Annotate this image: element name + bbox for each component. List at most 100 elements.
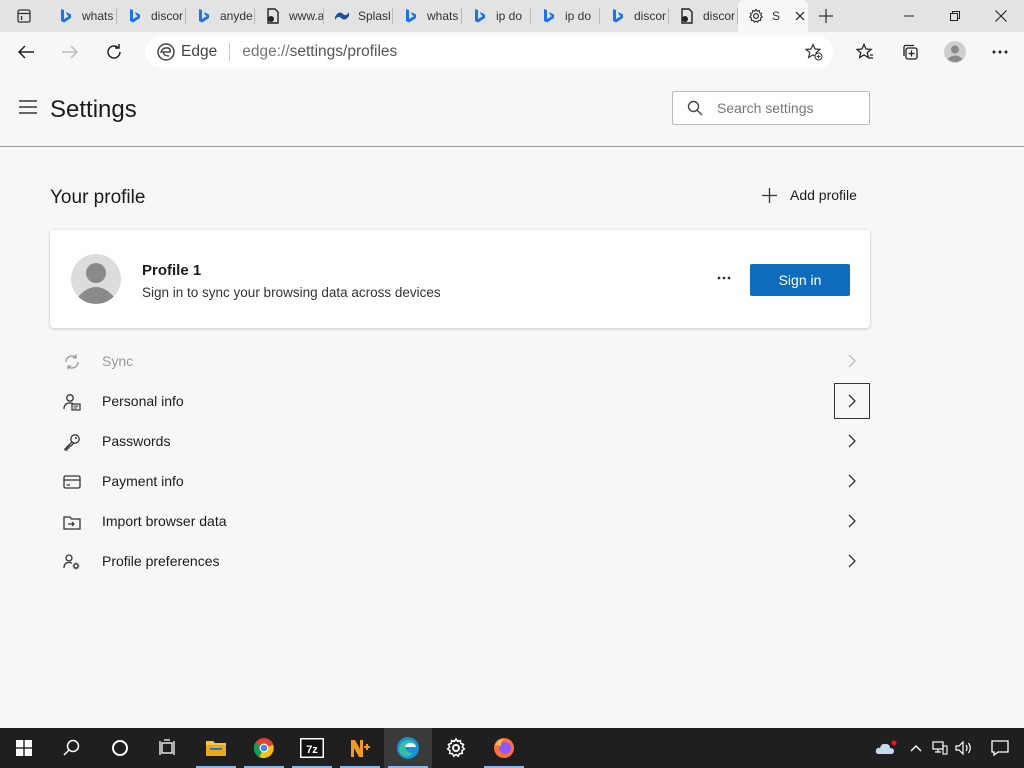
taskbar-file-explorer[interactable] <box>192 728 240 768</box>
toolbar-right <box>842 36 1022 68</box>
favorites-icon <box>855 43 873 59</box>
browser-tab[interactable]: www.a <box>255 0 324 32</box>
weather-cloud-icon[interactable] <box>868 728 904 768</box>
add-profile-button[interactable]: Add profile <box>762 187 857 203</box>
menu-item-import-browser-data[interactable]: Import browser data <box>50 501 870 541</box>
browser-toolbar: Edge edge:// settings/profiles <box>0 32 1024 72</box>
firefox-icon <box>494 738 514 758</box>
show-hidden-icons-chevron-icon[interactable] <box>904 728 928 768</box>
menu-item-label: Passwords <box>102 433 171 449</box>
address-brand: Edge <box>181 43 218 60</box>
splashtop-icon <box>334 8 350 24</box>
forward-button[interactable] <box>52 36 88 68</box>
more-horizontal-icon <box>992 50 1007 54</box>
section-title: Your profile <box>50 187 146 208</box>
browser-tab[interactable]: whats <box>48 0 117 32</box>
menu-item-label: Payment info <box>102 473 184 489</box>
app-n-icon <box>351 740 370 757</box>
menu-item-label: Sync <box>102 353 134 369</box>
document-icon <box>679 8 695 24</box>
bing-icon <box>127 8 143 24</box>
profile-preferences-icon <box>62 552 82 572</box>
taskbar-7zip[interactable]: 7z <box>288 728 336 768</box>
taskbar-edge[interactable] <box>384 728 432 768</box>
plus-icon <box>819 9 833 23</box>
refresh-icon <box>107 44 121 59</box>
restore-icon <box>950 11 960 21</box>
address-bar[interactable]: Edge edge:// settings/profiles <box>145 36 833 68</box>
start-button[interactable] <box>0 728 48 768</box>
more-menu-button[interactable] <box>977 36 1022 68</box>
tab-actions-button[interactable] <box>0 0 48 32</box>
minimize-button[interactable] <box>886 0 932 32</box>
chrome-icon <box>253 738 274 759</box>
menu-item-sync[interactable]: Sync <box>50 341 870 381</box>
tab-actions-icon <box>17 9 31 23</box>
task-view-icon <box>159 739 175 755</box>
browser-tab[interactable]: discor <box>117 0 186 32</box>
browser-tab[interactable]: anyde <box>186 0 255 32</box>
notifications-icon[interactable] <box>976 728 1024 768</box>
search-settings-box[interactable] <box>672 91 870 125</box>
avatar-icon <box>943 41 966 63</box>
bing-icon <box>472 8 488 24</box>
browser-tab[interactable]: whats <box>393 0 462 32</box>
avatar <box>71 254 121 304</box>
search-icon <box>687 100 703 116</box>
close-tab-icon[interactable] <box>792 8 808 24</box>
profile-button[interactable] <box>932 36 977 68</box>
cortana-button[interactable] <box>96 728 144 768</box>
chevron-right-icon <box>845 553 859 569</box>
browser-tab[interactable]: ip do <box>462 0 531 32</box>
back-button[interactable] <box>8 36 44 68</box>
new-tab-button[interactable] <box>808 0 844 32</box>
browser-tab-active[interactable]: S <box>738 0 808 32</box>
gear-icon <box>748 8 764 24</box>
browser-tab[interactable]: discor <box>669 0 738 32</box>
refresh-button[interactable] <box>96 36 132 68</box>
profile-subtitle: Sign in to sync your browsing data acros… <box>142 285 441 300</box>
browser-tab[interactable]: ip do <box>531 0 600 32</box>
sync-icon <box>62 352 82 372</box>
volume-icon[interactable] <box>952 728 976 768</box>
add-profile-label: Add profile <box>790 187 857 203</box>
chevron-right-icon <box>848 394 856 408</box>
menu-item-profile-preferences[interactable]: Profile preferences <box>50 541 870 581</box>
edge-icon <box>397 737 419 759</box>
sign-in-button[interactable]: Sign in <box>750 264 850 296</box>
add-favorite-icon[interactable] <box>804 43 823 66</box>
taskbar-firefox[interactable] <box>480 728 528 768</box>
restore-button[interactable] <box>932 0 978 32</box>
taskbar-chrome[interactable] <box>240 728 288 768</box>
search-settings-input[interactable] <box>717 100 867 116</box>
taskbar-app-n[interactable] <box>336 728 384 768</box>
bing-icon <box>58 8 74 24</box>
edge-logo-icon <box>157 43 175 61</box>
bing-icon <box>541 8 557 24</box>
menu-item-personal-info[interactable]: Personal info <box>50 381 870 421</box>
network-icon[interactable] <box>928 728 952 768</box>
arrow-right-icon <box>62 45 79 59</box>
focused-chevron-button[interactable] <box>834 383 870 419</box>
bing-icon <box>403 8 419 24</box>
windows-logo-icon <box>16 740 32 756</box>
chevron-right-icon <box>845 473 859 489</box>
browser-tab[interactable]: discor <box>600 0 669 32</box>
collections-button[interactable] <box>887 36 932 68</box>
menu-item-payment-info[interactable]: Payment info <box>50 461 870 501</box>
menu-hamburger-icon[interactable] <box>19 100 37 114</box>
windows-taskbar: 7z <box>0 728 1024 768</box>
taskbar-search-button[interactable] <box>48 728 96 768</box>
tab-strip: whats discor anyde www.a Splasl whats ip… <box>0 0 1024 32</box>
favorites-button[interactable] <box>842 36 887 68</box>
taskbar-settings[interactable] <box>432 728 480 768</box>
task-view-button[interactable] <box>144 728 192 768</box>
7zip-icon: 7z <box>300 738 324 758</box>
menu-item-label: Profile preferences <box>102 553 220 569</box>
personal-info-icon <box>62 392 82 412</box>
close-window-button[interactable] <box>978 0 1024 32</box>
profile-more-button[interactable] <box>710 264 738 292</box>
person-icon <box>77 263 115 304</box>
browser-tab[interactable]: Splasl <box>324 0 393 32</box>
menu-item-passwords[interactable]: Passwords <box>50 421 870 461</box>
